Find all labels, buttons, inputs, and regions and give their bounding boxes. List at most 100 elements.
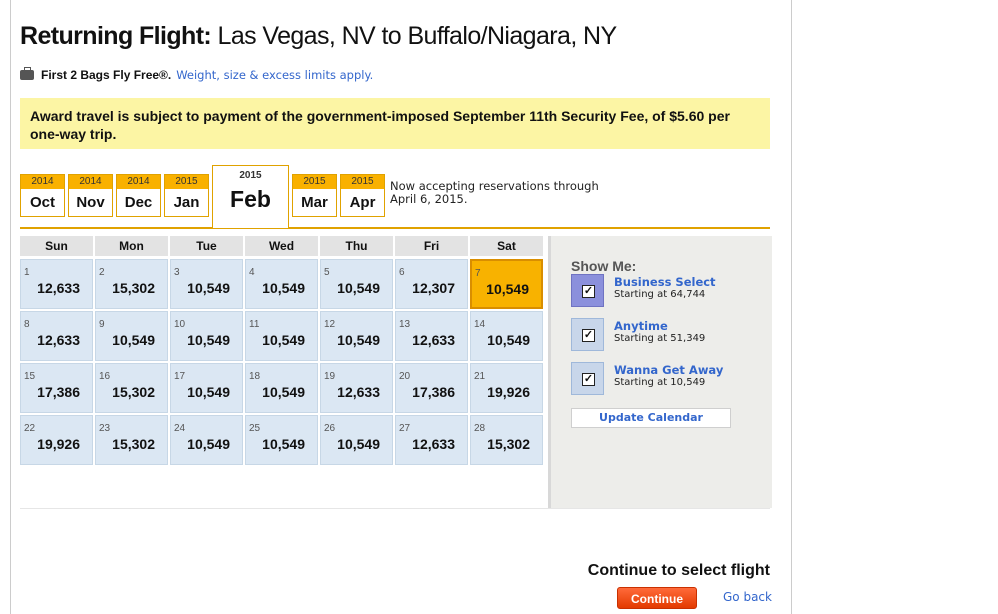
calendar-day-cell[interactable]: 17 10,549: [170, 363, 243, 413]
tab-year: 2015: [165, 175, 208, 189]
calendar-day-cell[interactable]: 26 10,549: [320, 415, 393, 465]
fare-points: 15,302: [112, 436, 155, 452]
calendar-day-cell[interactable]: 7 10,549: [470, 259, 543, 309]
day-header: Fri: [395, 236, 468, 256]
calendar-day-cell[interactable]: 25 10,549: [245, 415, 318, 465]
tab-year: 2015: [293, 175, 336, 189]
calendar-day-cell[interactable]: 13 12,633: [395, 311, 468, 361]
title-label: Returning Flight:: [20, 22, 212, 50]
update-calendar-button[interactable]: Update Calendar: [571, 408, 731, 428]
calendar-day-cell[interactable]: 9 10,549: [95, 311, 168, 361]
fare-points: 10,549: [262, 384, 305, 400]
award-notice: Award travel is subject to payment of th…: [20, 98, 770, 149]
route: Las Vegas, NV to Buffalo/Niagara, NY: [217, 22, 618, 50]
calendar-day-cell[interactable]: 1 12,633: [20, 259, 93, 309]
calendar-day-cell[interactable]: 3 10,549: [170, 259, 243, 309]
go-back-link[interactable]: Go back: [723, 590, 772, 604]
day-number: 12: [324, 319, 336, 330]
month-tab-feb-active[interactable]: 2015 Feb: [212, 165, 289, 228]
month-tab-nov[interactable]: 2014 Nov: [68, 174, 113, 217]
calendar-day-cell[interactable]: 28 15,302: [470, 415, 543, 465]
calendar-day-cell[interactable]: 19 12,633: [320, 363, 393, 413]
calendar-day-cell[interactable]: 22 19,926: [20, 415, 93, 465]
fare-points: 10,549: [112, 332, 155, 348]
day-header: Thu: [320, 236, 393, 256]
day-number: 21: [474, 371, 486, 382]
checkbox-wanna-get-away[interactable]: ✓: [571, 362, 604, 395]
calendar-day-cell[interactable]: 8 12,633: [20, 311, 93, 361]
day-number: 24: [174, 423, 186, 434]
calendar-day-cell[interactable]: 16 15,302: [95, 363, 168, 413]
option-name[interactable]: Business Select: [614, 275, 716, 289]
calendar-day-cell[interactable]: 6 12,307: [395, 259, 468, 309]
calendar-day-cell[interactable]: 5 10,549: [320, 259, 393, 309]
day-number: 3: [174, 267, 180, 278]
fare-points: 10,549: [487, 332, 530, 348]
calendar-day-cell[interactable]: 24 10,549: [170, 415, 243, 465]
filter-anytime[interactable]: ✓ Anytime Starting at 51,349: [571, 318, 771, 352]
day-number: 11: [249, 319, 260, 330]
calendar-day-cell[interactable]: 20 17,386: [395, 363, 468, 413]
day-number: 16: [99, 371, 111, 382]
calendar-day-cell[interactable]: 11 10,549: [245, 311, 318, 361]
continue-button[interactable]: Continue: [617, 587, 697, 609]
calendar-day-cell[interactable]: 21 19,926: [470, 363, 543, 413]
calendar-day-cell[interactable]: 15 17,386: [20, 363, 93, 413]
calendar-day-cell[interactable]: 23 15,302: [95, 415, 168, 465]
option-starting: Starting at 10,549: [614, 377, 706, 388]
filter-wanna-get-away[interactable]: ✓ Wanna Get Away Starting at 10,549: [571, 362, 771, 396]
month-tab-jan[interactable]: 2015 Jan: [164, 174, 209, 217]
bags-info: First 2 Bags Fly Free®. Weight, size & e…: [20, 67, 373, 82]
calendar-day-cell[interactable]: 10 10,549: [170, 311, 243, 361]
day-number: 18: [249, 371, 261, 382]
day-header: Mon: [95, 236, 168, 256]
tab-month: Oct: [29, 194, 55, 211]
checkbox-business-select[interactable]: ✓: [571, 274, 604, 307]
fare-points: 17,386: [412, 384, 455, 400]
day-number: 4: [249, 267, 255, 278]
calendar-day-cell[interactable]: 2 15,302: [95, 259, 168, 309]
day-number: 9: [99, 319, 105, 330]
fare-points: 12,633: [412, 332, 455, 348]
fare-points: 10,549: [187, 436, 230, 452]
fare-points: 12,307: [412, 280, 455, 296]
day-header: Wed: [245, 236, 318, 256]
tab-year: 2015: [213, 166, 288, 184]
calendar-day-cell[interactable]: 14 10,549: [470, 311, 543, 361]
show-me-title: Show Me:: [571, 258, 637, 274]
fare-points: 10,549: [187, 280, 230, 296]
month-tab-mar[interactable]: 2015 Mar: [292, 174, 337, 217]
option-name[interactable]: Anytime: [614, 319, 668, 333]
tab-month: Dec: [124, 194, 153, 211]
fare-points: 17,386: [37, 384, 80, 400]
filter-business-select[interactable]: ✓ Business Select Starting at 64,744: [571, 274, 771, 308]
tab-month: Mar: [301, 194, 328, 211]
day-number: 13: [399, 319, 411, 330]
month-tab-apr[interactable]: 2015 Apr: [340, 174, 385, 217]
calendar-day-cell[interactable]: 4 10,549: [245, 259, 318, 309]
calendar-day-cell[interactable]: 12 10,549: [320, 311, 393, 361]
section-divider: [20, 508, 770, 509]
day-number: 1: [24, 267, 30, 278]
tab-year: 2015: [341, 175, 384, 189]
show-me-panel: Show Me: ✓ Business Select Starting at 6…: [548, 236, 772, 508]
option-name[interactable]: Wanna Get Away: [614, 363, 723, 377]
tab-month: Nov: [76, 194, 105, 211]
month-tab-oct[interactable]: 2014 Oct: [20, 174, 65, 217]
fare-points: 10,549: [262, 436, 305, 452]
calendar-day-cell[interactable]: 18 10,549: [245, 363, 318, 413]
tab-year: 2014: [69, 175, 112, 189]
month-tabs: 2014 Oct 2014 Nov 2014 Dec 2015 Jan 2015…: [20, 165, 770, 228]
day-number: 14: [474, 319, 486, 330]
day-header: Sat: [470, 236, 543, 256]
page-title: Returning Flight: Las Vegas, NV to Buffa…: [20, 22, 617, 51]
fare-points: 10,549: [337, 280, 380, 296]
bag-limits-link[interactable]: Weight, size & excess limits apply.: [176, 68, 373, 82]
calendar-day-cell[interactable]: 27 12,633: [395, 415, 468, 465]
checkbox-anytime[interactable]: ✓: [571, 318, 604, 351]
day-header: Tue: [170, 236, 243, 256]
tab-year: 2014: [21, 175, 64, 189]
month-tab-dec[interactable]: 2014 Dec: [116, 174, 161, 217]
tab-month: Jan: [173, 194, 200, 211]
suitcase-icon: [20, 67, 34, 80]
